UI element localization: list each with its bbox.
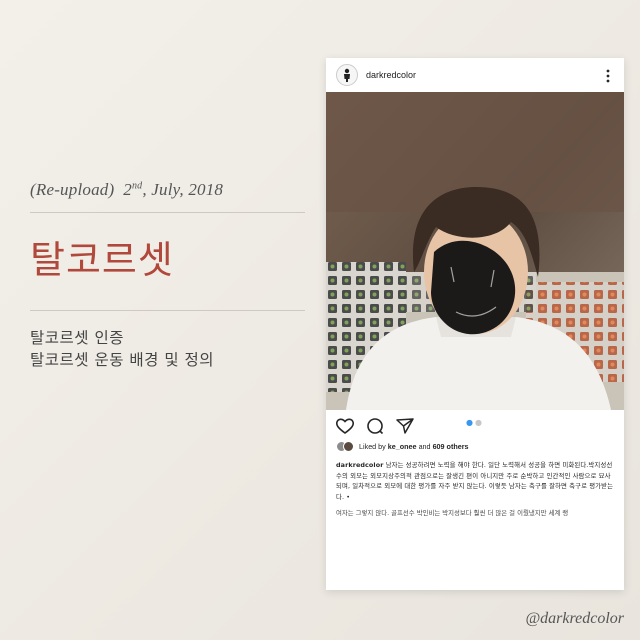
divider-bottom	[30, 310, 305, 311]
subtitle-list: 탈코르셋 인증 탈코르셋 운동 배경 및 정의	[30, 327, 305, 371]
post-actions: ●●	[326, 410, 624, 446]
avatar[interactable]	[336, 64, 358, 86]
instagram-post-card: darkredcolor ●● Liked by ke_onee and 609…	[326, 58, 624, 590]
photo-image	[326, 92, 624, 412]
date-day: 2	[123, 180, 132, 199]
date-rest: , July, 2018	[142, 180, 224, 199]
carousel-dot: ●	[475, 418, 484, 427]
more-vertical-icon[interactable]	[606, 68, 610, 87]
date-prefix: (Re-upload)	[30, 180, 115, 199]
post-photo[interactable]	[326, 92, 624, 412]
carousel-indicator: ●●	[326, 418, 624, 427]
left-panel: (Re-upload) 2nd, July, 2018 탈코르셋 탈코르셋 인증…	[30, 180, 305, 371]
person-icon	[344, 68, 350, 82]
post-caption: darkredcolor 남자는 성공하려면 노력을 해야 한다. 일단 노력해…	[326, 454, 624, 502]
divider-top	[30, 212, 305, 213]
caption-username[interactable]: darkredcolor	[336, 461, 383, 469]
date-suffix: nd	[131, 180, 143, 192]
post-username[interactable]: darkredcolor	[366, 70, 416, 80]
subtitle-2: 탈코르셋 운동 배경 및 정의	[30, 351, 215, 369]
carousel-dot-active: ●	[466, 418, 475, 427]
page-title: 탈코르셋	[30, 238, 174, 282]
post-caption-cut: 여자는 그렇지 않다. 골프선수 박인비는 박지성보다 훨씬 더 많은 걸 이뤘…	[336, 509, 569, 517]
subtitle-1: 탈코르셋 인증	[30, 329, 124, 347]
post-header: darkredcolor	[326, 58, 624, 92]
date-line: (Re-upload) 2nd, July, 2018	[30, 180, 305, 200]
watermark: @darkredcolor	[525, 610, 624, 627]
